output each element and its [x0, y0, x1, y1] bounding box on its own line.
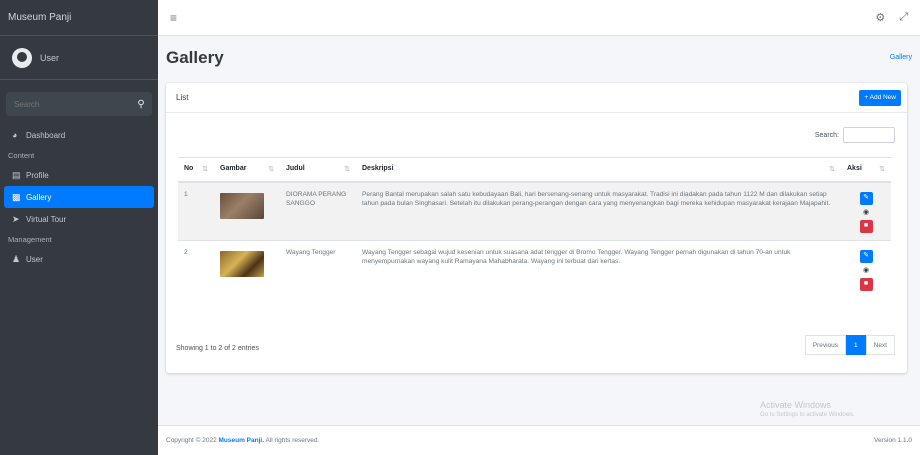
copyright: Copyright © 2022 Museum Panji. All right…	[166, 437, 320, 444]
pagination-page-current[interactable]: 1	[846, 335, 866, 355]
cell-aksi: ✎ ◉ ■	[841, 181, 891, 240]
user-panel[interactable]: User	[0, 36, 158, 80]
user-avatar	[12, 47, 32, 68]
sidebar-search-input[interactable]	[6, 92, 130, 116]
user-name: User	[40, 52, 60, 63]
column-header-judul[interactable]: Judul ⇅	[280, 157, 356, 183]
cell-deskripsi: Wayang Tengger sebagai wujud kesenian un…	[356, 239, 841, 298]
add-new-button[interactable]: + Add New	[859, 89, 901, 106]
users-icon: ♟	[12, 253, 21, 264]
watermark-title: Activate Windows	[760, 400, 832, 410]
table-search: Search:	[815, 127, 895, 143]
sidebar-item-virtual-tour[interactable]: ➤ Virtual Tour	[0, 208, 158, 230]
page-title: Gallery	[166, 48, 224, 67]
cell-no: 2	[178, 239, 214, 298]
table-search-input[interactable]	[843, 127, 895, 143]
sidebar-item-label: User	[26, 254, 43, 264]
cell-aksi: ✎ ◉ ■	[841, 239, 891, 298]
table-search-label: Search:	[814, 131, 839, 139]
card-header: List + Add New	[166, 83, 907, 113]
cell-judul: Wayang Tengger	[280, 239, 356, 298]
pagination-next[interactable]: Next	[865, 335, 895, 355]
view-eye-icon[interactable]: ◉	[863, 267, 869, 274]
column-header-deskripsi[interactable]: Deskripsi ⇅	[356, 157, 841, 183]
gallery-icon: ▩	[12, 191, 21, 202]
sidebar-item-gallery[interactable]: ▩ Gallery	[4, 186, 154, 208]
sidebar-item-label: Virtual Tour	[26, 214, 67, 224]
copyright-link[interactable]: Museum Panji.	[219, 437, 265, 444]
gallery-card: List + Add New Search: No ⇅ Gambar ⇅ Judul…	[166, 83, 907, 373]
brand-link[interactable]: Museum Panji	[0, 0, 158, 36]
delete-button[interactable]: ■	[859, 277, 873, 291]
sidebar-item-profile[interactable]: ▤ Profile	[0, 164, 158, 186]
sort-icon: ⇅	[268, 166, 274, 174]
edit-button[interactable]: ✎	[859, 249, 873, 263]
sidebar-item-dashboard[interactable]: ◕ Dashboard	[0, 124, 158, 146]
sort-icon: ⇅	[879, 166, 885, 174]
sidebar-item-label: Profile	[26, 170, 49, 180]
breadcrumb[interactable]: Gallery	[890, 54, 912, 61]
cell-deskripsi: Perang Bantal merupakan salah satu kebud…	[356, 181, 841, 240]
pagination-previous[interactable]: Previous	[804, 335, 846, 355]
sort-icon: ⇅	[202, 166, 208, 174]
cell-gambar	[214, 181, 280, 240]
card-title: List	[176, 93, 189, 102]
sort-icon: ⇅	[344, 166, 350, 174]
gallery-thumbnail[interactable]	[220, 250, 264, 277]
sidebar-item-label: Dashboard	[26, 130, 66, 140]
tour-icon: ➤	[12, 213, 20, 224]
column-header-no[interactable]: No ⇅	[178, 157, 214, 183]
top-navbar: ≡ ⚙ ⤢	[158, 0, 920, 36]
watermark-subtitle: Go to Settings to activate Windows.	[760, 412, 855, 418]
sidebar-item-user[interactable]: ♟ User	[0, 248, 158, 270]
settings-icon[interactable]: ⚙	[875, 11, 885, 24]
fullscreen-icon[interactable]: ⤢	[899, 11, 908, 24]
sidebar: Museum Panji User ⚲ ◕ Dashboard Content …	[0, 0, 158, 455]
nav-header-content: Content	[8, 150, 35, 160]
gallery-table: No ⇅ Gambar ⇅ Judul ⇅ Deskripsi ⇅ Aksi ⇅ 1 DI…	[178, 157, 891, 298]
view-eye-icon[interactable]: ◉	[863, 209, 869, 216]
dashboard-icon: ◕	[12, 130, 18, 140]
brand-text: Museum Panji	[8, 12, 72, 23]
sidebar-search: ⚲	[6, 92, 152, 116]
delete-button[interactable]: ■	[859, 219, 873, 233]
edit-button[interactable]: ✎	[859, 191, 873, 205]
cell-gambar	[214, 239, 280, 298]
table-row: 1 DIORAMA PERANG SANGGO Perang Bantal me…	[178, 181, 891, 240]
column-header-aksi[interactable]: Aksi ⇅	[841, 157, 891, 183]
profile-icon: ▤	[12, 169, 21, 180]
gallery-thumbnail[interactable]	[220, 192, 264, 219]
table-row: 2 Wayang Tengger Wayang Tengger sebagai …	[178, 239, 891, 298]
sort-icon: ⇅	[829, 166, 835, 174]
pagination: Previous 1 Next	[804, 335, 895, 355]
search-icon[interactable]: ⚲	[130, 92, 152, 116]
hamburger-menu-icon[interactable]: ≡	[170, 11, 177, 25]
cell-no: 1	[178, 181, 214, 240]
version-text: Version 1.1.0	[874, 437, 912, 444]
table-info: Showing 1 to 2 of 2 entries	[176, 345, 259, 352]
nav-header-management: Management	[8, 234, 52, 244]
sidebar-item-label: Gallery	[26, 192, 52, 202]
activate-windows-watermark: Activate Windows Go to Settings to activ…	[760, 400, 855, 418]
column-header-gambar[interactable]: Gambar ⇅	[214, 157, 280, 183]
footer: Copyright © 2022 Museum Panji. All right…	[158, 425, 920, 455]
cell-judul: DIORAMA PERANG SANGGO	[280, 181, 356, 240]
